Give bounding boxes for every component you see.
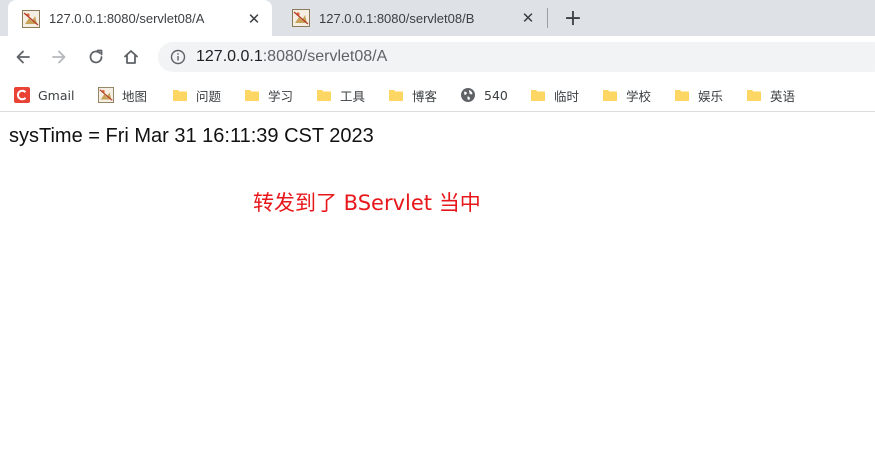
bookmark-folder-study[interactable]: 学习 [244,85,293,105]
address-url: 127.0.0.1:8080/servlet08/A [196,48,387,66]
tab-title: 127.0.0.1:8080/servlet08/B [319,10,475,26]
close-tab-icon[interactable]: ✕ [242,7,266,31]
image-favicon-icon [22,9,40,28]
bookmark-label: 问题 [196,88,222,104]
tab-title: 127.0.0.1:8080/servlet08/A [49,11,205,26]
bookmark-folder-blog[interactable]: 博客 [388,85,437,105]
bookmark-folder-tools[interactable]: 工具 [316,85,365,105]
bookmark-label: 临时 [554,88,580,104]
forward-message: 转发到了 BServlet 当中 [253,191,481,215]
bookmark-folder-school[interactable]: 学校 [602,85,651,105]
folder-icon [389,90,403,101]
bookmark-gmail[interactable]: Gmail [14,85,74,105]
reload-button[interactable] [82,43,110,71]
folder-icon [675,90,689,101]
forward-arrow-icon [52,50,66,64]
globe-icon [461,88,475,102]
image-favicon-icon [98,87,114,103]
back-arrow-icon [16,50,30,64]
bookmark-label: 娱乐 [698,88,724,104]
browser-toolbar: 127.0.0.1:8080/servlet08/A [0,36,875,78]
forward-button[interactable] [45,43,73,71]
url-host: 127.0.0.1 [196,48,263,65]
gmail-icon [14,87,30,103]
bookmark-folder-entertainment[interactable]: 娱乐 [674,85,723,105]
bookmark-folder-english[interactable]: 英语 [746,85,795,105]
folder-icon [245,90,259,101]
bookmark-label: 学校 [626,88,652,104]
bookmark-label: Gmail [38,87,75,103]
folder-icon [531,90,545,101]
info-icon[interactable] [170,49,186,65]
tab-servlet-b[interactable]: 127.0.0.1:8080/servlet08/B ✕ [278,0,546,36]
bookmark-label: 地图 [122,88,148,104]
bookmark-map[interactable]: 地图 [98,85,147,105]
tab-servlet-a[interactable]: 127.0.0.1:8080/servlet08/A ✕ [8,0,272,37]
page-content: sysTime = Fri Mar 31 16:11:39 CST 2023 转… [0,113,875,457]
bookmark-label: 540 [484,87,508,103]
bookmark-label: 工具 [340,88,366,104]
url-path: :8080/servlet08/A [262,48,388,65]
folder-icon [317,90,331,101]
folder-icon [603,90,617,101]
image-favicon-icon [292,9,310,27]
back-button[interactable] [9,43,37,71]
bookmark-540[interactable]: 540 [460,85,508,105]
bookmark-label: 学习 [268,88,294,104]
bookmark-label: 博客 [412,88,438,104]
bookmark-folder-questions[interactable]: 问题 [172,85,221,105]
tab-separator [547,8,548,28]
folder-icon [747,90,761,101]
address-bar[interactable]: 127.0.0.1:8080/servlet08/A [158,42,875,72]
systime-text: sysTime = Fri Mar 31 16:11:39 CST 2023 [9,125,374,147]
bookmark-folder-temp[interactable]: 临时 [530,85,579,105]
new-tab-button[interactable]: + [560,5,586,31]
bookmarks-bar: Gmail 地图 问题 学习 工具 博客 540 临时 学校 娱乐 英语 [0,78,875,112]
reload-icon [89,49,103,64]
folder-icon [173,90,187,101]
bookmark-label: 英语 [770,88,796,104]
close-tab-icon[interactable]: ✕ [516,6,540,30]
home-button[interactable] [117,43,145,71]
tab-strip: 127.0.0.1:8080/servlet08/A ✕ 127.0.0.1:8… [0,0,875,37]
home-icon [124,50,138,64]
